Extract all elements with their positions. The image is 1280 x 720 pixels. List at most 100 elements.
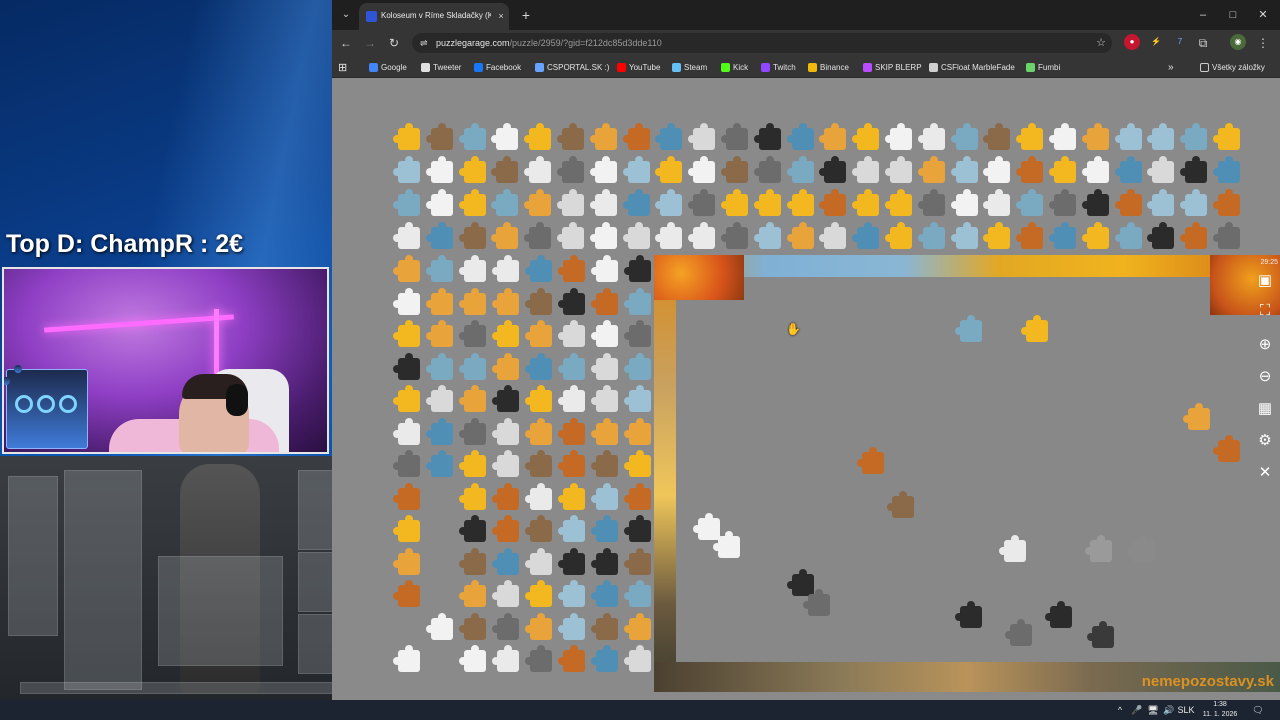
back-button[interactable]: ← [337, 34, 355, 52]
bookmark-favicon-icon [761, 62, 770, 72]
streamer-headset [226, 384, 248, 416]
placed-puzzle-piece[interactable] [1183, 403, 1210, 430]
bookmark-tweeter[interactable]: Tweeter [421, 60, 461, 74]
webcam-overlay [2, 267, 329, 454]
placed-puzzle-piece[interactable] [1127, 535, 1154, 562]
bookmark-favicon-icon [672, 62, 681, 72]
browser-toolbar: ← → ↻ ⇌ puzzlegarage.com/puzzle/2959/?gi… [332, 30, 1280, 56]
notifications-icon[interactable]: 🗨 [1250, 702, 1266, 718]
bookmark-steam[interactable]: Steam [672, 60, 707, 74]
bookmark-twitch[interactable]: Twitch [761, 60, 796, 74]
game-weapon-panel [158, 556, 283, 666]
window-close-button[interactable]: ✕ [1254, 6, 1272, 24]
board-placed-pieces [332, 78, 1280, 700]
reload-button[interactable]: ↻ [385, 34, 403, 52]
network-icon[interactable]: 🖥 [1146, 702, 1160, 718]
bookmark-kick[interactable]: Kick [721, 60, 748, 74]
bookmark-label: CSPORTAL.SK :) [547, 62, 610, 72]
tray-overflow-icon[interactable]: ^ [1114, 702, 1126, 718]
language-indicator[interactable]: SLK [1176, 702, 1196, 718]
sort-pieces-icon[interactable]: ▦ [1254, 398, 1276, 420]
apps-grid-icon[interactable]: ⊞ [338, 60, 347, 74]
tab-active[interactable]: Koloseum v Ríme Skladačky (K × [359, 3, 509, 30]
placed-puzzle-piece[interactable] [787, 569, 814, 596]
close-icon[interactable]: ✕ [1254, 462, 1276, 484]
placed-puzzle-piece[interactable] [955, 315, 982, 342]
placed-puzzle-piece[interactable] [1005, 619, 1032, 646]
bookmark-label: Kick [733, 62, 749, 72]
site-info-icon[interactable]: ⇌ [420, 37, 432, 49]
bookmark-favicon-icon [617, 62, 626, 72]
placed-puzzle-piece[interactable] [713, 531, 740, 558]
bookmarks-bar: ⊞ Google Tweeter Facebook CSPORTAL.SK :) You… [332, 56, 1280, 78]
microphone-icon[interactable]: 🎤 [1130, 702, 1144, 718]
forward-button[interactable]: → [361, 34, 379, 52]
clock-time: 1:38 [1213, 701, 1227, 708]
bookmark-csfloat-marblefade[interactable]: CSFloat MarbleFade [929, 60, 1015, 74]
extension-seven-icon[interactable]: 7 [1172, 34, 1188, 50]
bookmarks-overflow-button[interactable]: » [1168, 60, 1174, 74]
bookmark-youtube[interactable]: YouTube [617, 60, 660, 74]
bookmark-favicon-icon [369, 62, 378, 72]
new-tab-button[interactable]: + [517, 6, 535, 24]
fullscreen-icon[interactable]: ⛶ [1254, 300, 1276, 322]
system-clock[interactable]: 1:38 11. 1. 2026 [1196, 700, 1244, 720]
url-path: /puzzle/2959/?gid=f212dc85d3dde110 [509, 38, 662, 48]
bookmark-facebook[interactable]: Facebook [474, 60, 521, 74]
browser-menu-icon[interactable]: ⋮ [1254, 34, 1272, 52]
bookmark-favicon-icon [421, 62, 430, 72]
image-preview-icon[interactable]: ▣ [1254, 270, 1276, 292]
window-minimize-button[interactable]: – [1194, 6, 1212, 24]
bookmark-favicon-icon [1026, 62, 1035, 72]
bookmark-star-icon[interactable]: ☆ [1096, 35, 1106, 51]
tab-search-button[interactable]: ⌄ [336, 5, 356, 25]
url-text: puzzlegarage.com/puzzle/2959/?gid=f212dc… [436, 36, 662, 50]
extension-red-icon[interactable]: ● [1124, 34, 1140, 50]
placed-puzzle-piece[interactable] [999, 535, 1026, 562]
pc-case [4, 365, 88, 449]
extensions-icon[interactable]: ⧉ [1194, 34, 1212, 52]
placed-puzzle-piece[interactable] [1213, 435, 1240, 462]
placed-puzzle-piece[interactable] [1087, 621, 1114, 648]
bookmark-google[interactable]: Google [369, 60, 407, 74]
bookmark-binance[interactable]: Binance [808, 60, 849, 74]
bookmark-fumbi[interactable]: Fumbi [1026, 60, 1060, 74]
placed-puzzle-piece[interactable] [955, 601, 982, 628]
folder-icon [1200, 62, 1209, 72]
watermark: nemepozostavy.sk [1141, 673, 1274, 690]
bookmark-label: Google [381, 62, 407, 72]
placed-puzzle-piece[interactable] [1085, 535, 1112, 562]
extension-bolt-icon[interactable]: ⚡ [1148, 34, 1164, 50]
bookmark-csportal-sk[interactable]: CSPORTAL.SK :) [535, 60, 609, 74]
placed-puzzle-piece[interactable] [803, 589, 830, 616]
window-maximize-button[interactable]: □ [1224, 6, 1242, 24]
placed-puzzle-piece[interactable] [693, 513, 720, 540]
bookmark-label: Fumbi [1038, 62, 1061, 72]
tab-favicon-icon [366, 11, 377, 22]
bookmark-label: Tweeter [433, 62, 462, 72]
bookmark-favicon-icon [863, 62, 872, 72]
settings-icon[interactable]: ⚙ [1254, 430, 1276, 452]
placed-puzzle-piece[interactable] [1021, 315, 1048, 342]
zoom-out-icon[interactable]: ⊖ [1254, 366, 1276, 388]
placed-puzzle-piece[interactable] [857, 447, 884, 474]
bookmark-favicon-icon [808, 62, 817, 72]
clock-date: 11. 1. 2026 [1202, 711, 1238, 718]
address-bar[interactable]: ⇌ puzzlegarage.com/puzzle/2959/?gid=f212… [412, 33, 1112, 53]
puzzle-timer: 29:25 [1260, 259, 1278, 266]
all-bookmarks-label: Všetky záložky [1212, 62, 1265, 72]
zoom-in-icon[interactable]: ⊕ [1254, 334, 1276, 356]
url-host: puzzlegarage.com [436, 38, 510, 48]
placed-puzzle-piece[interactable] [1045, 601, 1072, 628]
tab-close-button[interactable]: × [495, 9, 507, 23]
puzzle-viewport[interactable]: 29:25 ▣ ⛶ ⊕ ⊖ ▦ ⚙ ✕ ✋ nemepozostavy.sk [332, 78, 1280, 700]
all-bookmarks-folder[interactable]: Všetky záložky [1200, 60, 1265, 74]
placed-puzzle-piece[interactable] [887, 491, 914, 518]
bookmark-label: Twitch [773, 62, 796, 72]
profile-avatar[interactable]: ◉ [1230, 34, 1246, 50]
bookmark-skip-blerp[interactable]: SKIP BLERP [863, 60, 922, 74]
bookmark-label: Binance [820, 62, 849, 72]
volume-icon[interactable]: 🔊 [1162, 702, 1176, 718]
taskbar: ^ 🎤 🖥 🔊 SLK 1:38 11. 1. 2026 🗨 [0, 700, 1280, 720]
bookmark-label: SKIP BLERP [875, 62, 922, 72]
